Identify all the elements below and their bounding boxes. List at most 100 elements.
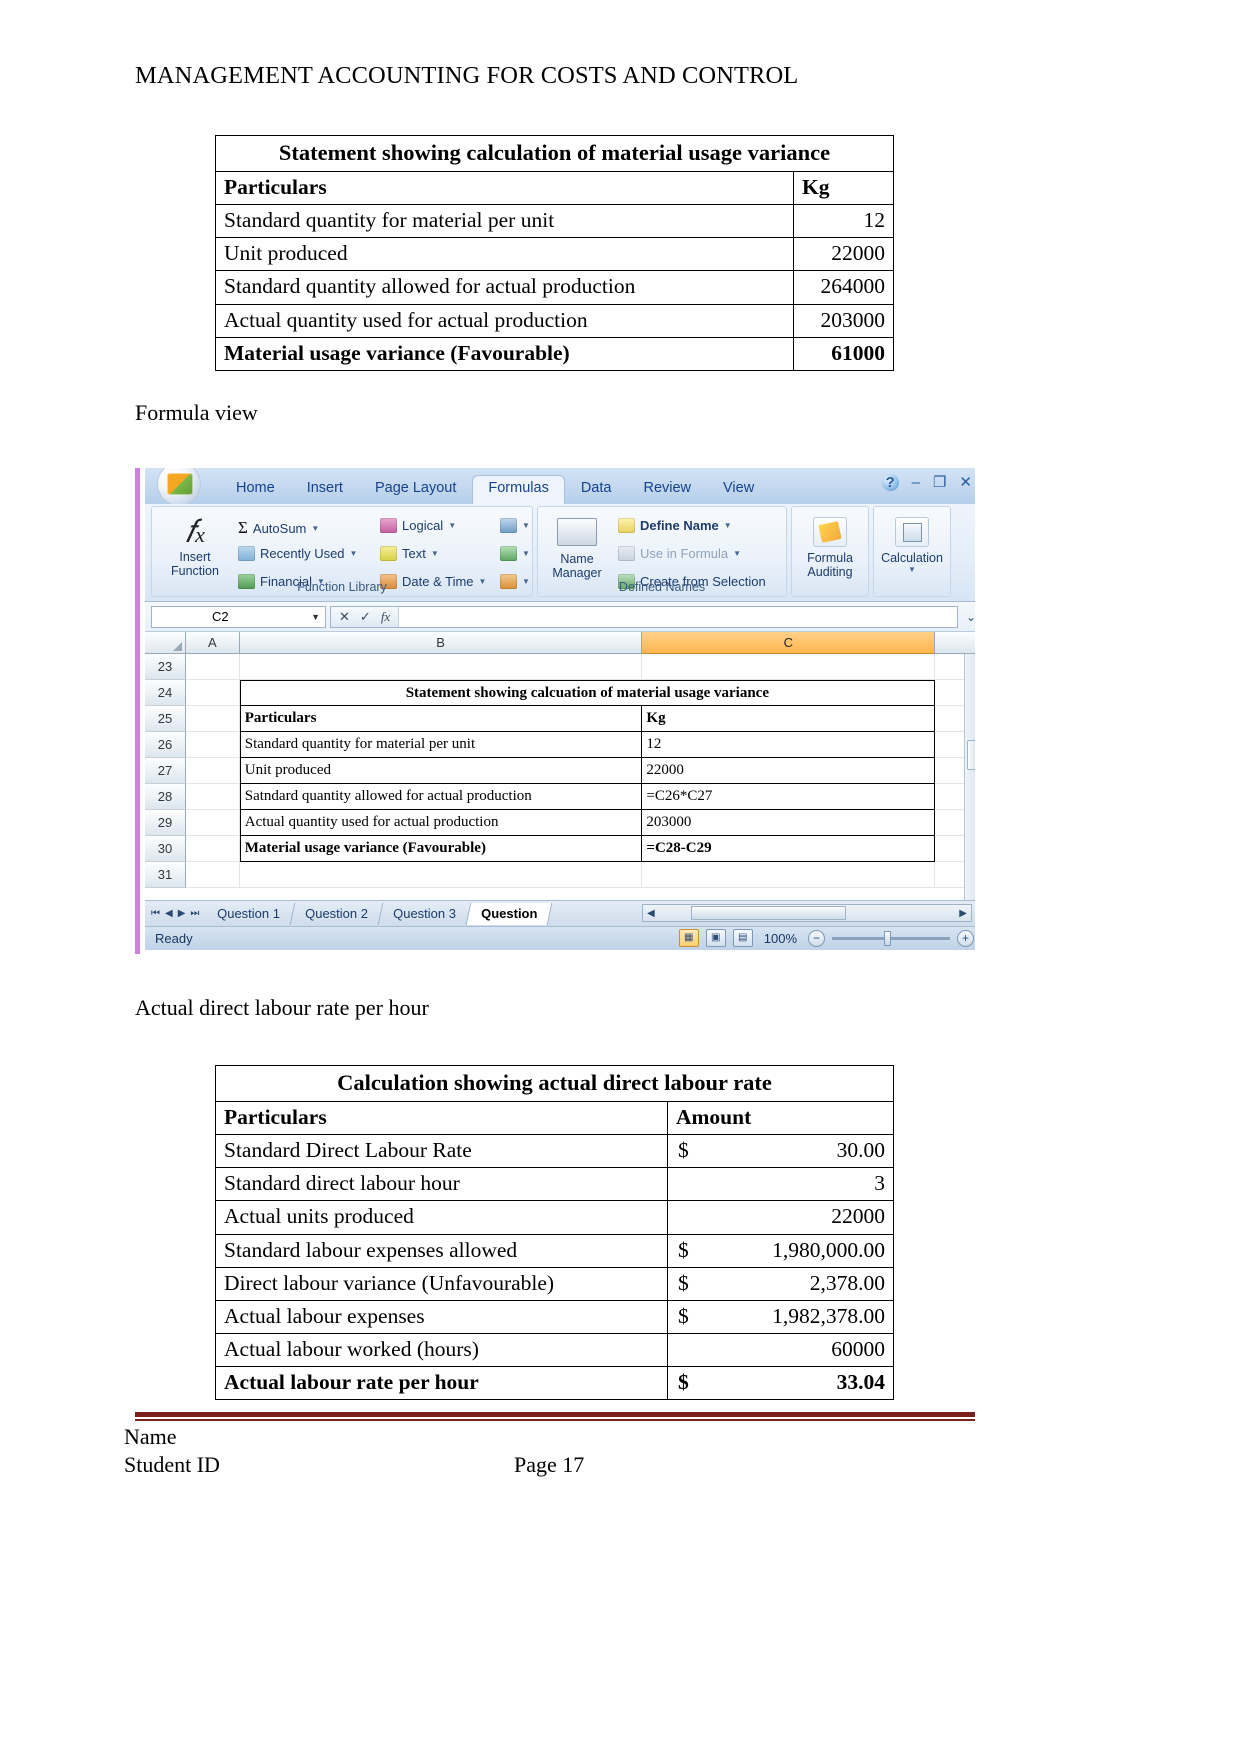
cell-b24[interactable]: Statement showing calcuation of material…	[239, 680, 935, 706]
row-header[interactable]: 29	[145, 810, 186, 836]
menu-autosum[interactable]: Σ AutoSum ▼	[238, 518, 319, 538]
column-header-b[interactable]: B	[239, 632, 643, 654]
cell-c23[interactable]	[642, 654, 935, 680]
vertical-scrollbar[interactable]	[964, 654, 975, 900]
cell-b31[interactable]	[239, 862, 643, 888]
menu-text-label: Text	[402, 546, 426, 561]
sheet-tab-question-2[interactable]: Question 2	[290, 902, 384, 925]
row-value-total: $ 33.04	[666, 1365, 895, 1400]
cell-a25[interactable]	[185, 706, 240, 732]
cell-a30[interactable]	[185, 836, 240, 862]
calculation-button[interactable]: Calculation ▼	[874, 517, 950, 575]
column-header-a[interactable]: A	[185, 632, 240, 654]
tab-page-layout[interactable]: Page Layout	[359, 476, 472, 504]
menu-logical[interactable]: Logical ▼	[380, 518, 456, 533]
horizontal-scrollbar[interactable]: ◀ ▶	[642, 904, 972, 922]
cell-b30[interactable]: Material usage variance (Favourable)	[239, 836, 643, 862]
zoom-in-icon[interactable]: +	[957, 929, 974, 947]
zoom-slider[interactable]	[832, 930, 950, 946]
cell-a26[interactable]	[185, 732, 240, 758]
enter-icon[interactable]: ✓	[360, 609, 371, 625]
page-layout-view-icon[interactable]: ▣	[705, 929, 726, 947]
cell-c31[interactable]	[642, 862, 935, 888]
horizontal-scroll-thumb[interactable]	[691, 906, 846, 920]
currency-symbol: $	[678, 1270, 689, 1295]
first-sheet-icon[interactable]: ⏮	[151, 908, 160, 919]
cell-c26[interactable]: 12	[642, 732, 935, 758]
cell-b27[interactable]: Unit produced	[239, 758, 643, 784]
row-header[interactable]: 26	[145, 732, 186, 758]
menu-text[interactable]: Text ▼	[380, 546, 439, 561]
minimize-icon[interactable]: –	[912, 474, 920, 491]
tab-view[interactable]: View	[707, 476, 770, 504]
cell-a24[interactable]	[185, 680, 240, 706]
row-header[interactable]: 28	[145, 784, 186, 810]
row-header[interactable]: 25	[145, 706, 186, 732]
cell-b23[interactable]	[239, 654, 643, 680]
cell-c29[interactable]: 203000	[642, 810, 935, 836]
column-header-c[interactable]: C	[642, 632, 936, 654]
tab-data[interactable]: Data	[565, 476, 628, 504]
table-row: Standard quantity for material per unit …	[215, 204, 894, 239]
restore-icon[interactable]: ❐	[933, 473, 946, 491]
office-orb-icon[interactable]	[157, 468, 201, 506]
row-header[interactable]: 24	[145, 680, 186, 706]
close-icon[interactable]: ✕	[959, 473, 972, 491]
row-label: Unit produced	[215, 237, 794, 272]
select-all-corner[interactable]	[145, 632, 186, 654]
scroll-left-icon[interactable]: ◀	[643, 908, 659, 919]
menu-math-trig[interactable]: ▼	[500, 546, 530, 561]
cell-b25[interactable]: Particulars	[239, 706, 643, 732]
prev-sheet-icon[interactable]: ◀	[165, 908, 173, 919]
chevron-down-icon[interactable]: ▼	[311, 612, 320, 622]
name-manager-button[interactable]: Name Manager	[546, 515, 608, 581]
cell-a31[interactable]	[185, 862, 240, 888]
cell-a29[interactable]	[185, 810, 240, 836]
sheet-tab-question-3[interactable]: Question 3	[378, 902, 472, 925]
cell-c27[interactable]: 22000	[642, 758, 935, 784]
row-header[interactable]: 30	[145, 836, 186, 862]
use-in-formula-icon	[618, 546, 635, 561]
row-header[interactable]: 27	[145, 758, 186, 784]
tab-formulas[interactable]: Formulas	[472, 475, 565, 505]
table-row: Actual labour rate per hour $ 33.04	[215, 1365, 895, 1400]
normal-view-icon[interactable]: ▦	[678, 929, 699, 947]
menu-recently-used[interactable]: Recently Used ▼	[238, 546, 357, 561]
sheet-tab-question-1[interactable]: Question 1	[203, 902, 296, 925]
cell-a28[interactable]	[185, 784, 240, 810]
cell-b29[interactable]: Actual quantity used for actual producti…	[239, 810, 643, 836]
cell-c30[interactable]: =C28-C29	[642, 836, 935, 862]
name-box[interactable]: C2 ▼	[151, 605, 326, 628]
insert-function-button[interactable]: 𝑓x Insert Function	[160, 513, 230, 579]
menu-define-name[interactable]: Define Name ▼	[618, 518, 732, 533]
column-header-d[interactable]	[935, 632, 975, 654]
formula-input[interactable]: ✕ ✓ fx	[330, 605, 958, 628]
next-sheet-icon[interactable]: ▶	[178, 908, 186, 919]
cell-a23[interactable]	[185, 654, 240, 680]
page-break-view-icon[interactable]: ▤	[732, 929, 753, 947]
last-sheet-icon[interactable]: ⏭	[190, 908, 199, 919]
tab-review[interactable]: Review	[627, 476, 707, 504]
tab-home[interactable]: Home	[220, 476, 291, 504]
sheet-tab-question-4[interactable]: Question	[466, 902, 553, 925]
row-header[interactable]: 23	[145, 654, 186, 680]
tab-insert[interactable]: Insert	[291, 476, 359, 504]
menu-lookup-reference[interactable]: ▼	[500, 518, 530, 533]
cell-b28[interactable]: Satndard quantity allowed for actual pro…	[239, 784, 643, 810]
formula-auditing-button[interactable]: Formula Auditing	[792, 517, 868, 580]
cell-b26[interactable]: Standard quantity for material per unit	[239, 732, 643, 758]
chevron-down-icon: ▼	[733, 549, 742, 558]
scroll-right-icon[interactable]: ▶	[955, 908, 971, 919]
zoom-out-icon[interactable]: −	[808, 929, 825, 947]
help-icon[interactable]: ?	[881, 473, 899, 491]
expand-formula-bar-icon[interactable]: ⌄	[962, 610, 975, 624]
menu-use-in-formula[interactable]: Use in Formula ▼	[618, 546, 741, 561]
insert-function-icon[interactable]: fx	[381, 609, 390, 625]
row-header[interactable]: 31	[145, 862, 186, 888]
cell-c28[interactable]: =C26*C27	[642, 784, 935, 810]
zoom-slider-handle[interactable]	[884, 930, 891, 946]
cancel-icon[interactable]: ✕	[339, 609, 350, 625]
cell-c25[interactable]: Kg	[642, 706, 935, 732]
cell-a27[interactable]	[185, 758, 240, 784]
vertical-scroll-thumb[interactable]	[967, 740, 975, 770]
